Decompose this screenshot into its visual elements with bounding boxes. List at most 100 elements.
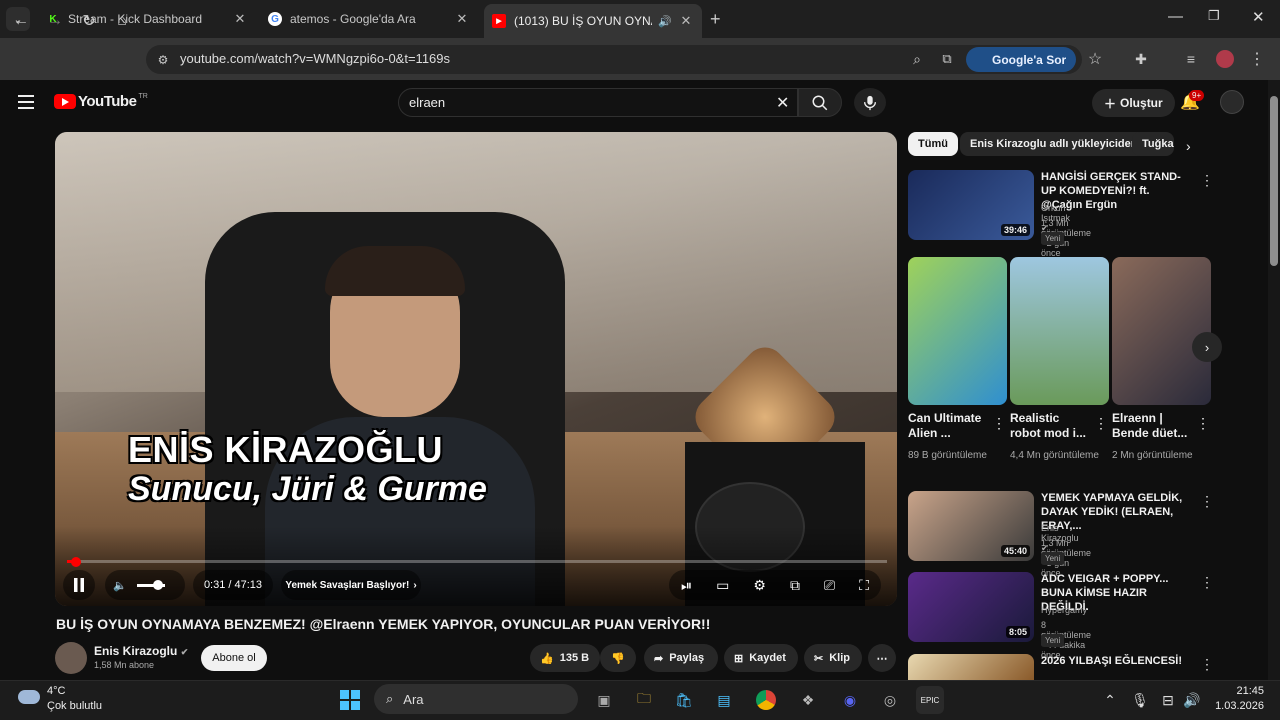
epic-games-icon[interactable]: EPIC <box>916 686 944 714</box>
clip-button[interactable]: ✂ Klip <box>804 644 862 672</box>
more-options-icon[interactable]: ⋮ <box>1200 656 1214 673</box>
discord-icon[interactable]: ◉ <box>836 686 864 714</box>
related-video-title[interactable]: 2026 YILBAŞI EĞLENCESİ! <box>1041 654 1191 668</box>
extensions-icon[interactable]: ✚ <box>1130 48 1152 70</box>
youtube-logo[interactable]: YouTube TR <box>54 93 148 110</box>
new-tab-button[interactable]: + <box>710 9 721 30</box>
miniplayer-icon[interactable]: ⧉ <box>790 577 800 594</box>
more-options-icon[interactable]: ⋮ <box>1094 415 1108 432</box>
autoplay-toggle-icon[interactable]: ⏯ <box>681 577 692 594</box>
tab-google-search[interactable]: G atemos - Google'da Ara ✕ <box>260 4 478 34</box>
windows-start-icon[interactable] <box>336 686 364 714</box>
forward-arrow-icon[interactable]: → <box>44 10 66 32</box>
app-icon[interactable]: ❖ <box>794 686 822 714</box>
search-button[interactable] <box>798 88 842 117</box>
create-button[interactable]: ＋ Oluştur <box>1092 89 1175 117</box>
tab-youtube-video[interactable]: ▶ (1013) BU İŞ OYUN OYNAM 🔊 ✕ <box>484 4 702 38</box>
weather-icon[interactable] <box>18 684 42 708</box>
shorts-next-button[interactable]: › <box>1192 332 1222 362</box>
subtitles-icon[interactable]: ▭ <box>716 577 729 594</box>
taskbar-search[interactable]: ⌕ Ara <box>374 684 578 714</box>
cast-icon[interactable]: ⎚ <box>824 577 835 594</box>
progress-scrubber[interactable] <box>71 557 82 567</box>
volume-slider[interactable] <box>136 579 165 590</box>
close-icon[interactable]: ✕ <box>454 11 470 27</box>
task-view-icon[interactable]: ▣ <box>590 686 618 714</box>
media-controls-icon[interactable]: ≡ <box>1180 48 1202 70</box>
save-button[interactable]: ⊞ Kaydet <box>724 644 798 672</box>
maximize-button[interactable]: ❐ <box>1208 8 1220 24</box>
hamburger-menu-icon[interactable] <box>18 95 34 113</box>
chip-from-uploader[interactable]: Enis Kirazoglu adlı yükleyiciden <box>960 132 1148 156</box>
video-player[interactable]: ENİS KİRAZOĞLU Sunucu, Jüri & Gurme 🔈 0:… <box>55 132 897 606</box>
pause-button[interactable] <box>63 570 95 600</box>
tab-kick-dashboard[interactable]: K Stream - Kick Dashboard ✕ <box>38 4 256 34</box>
home-icon[interactable]: ⌂ <box>111 10 133 32</box>
settings-gear-icon[interactable]: ⚙ <box>753 577 766 594</box>
video-thumbnail[interactable]: 45:40 <box>908 491 1034 561</box>
ask-google-button[interactable]: Google'a Sor <box>966 47 1077 72</box>
install-app-icon[interactable]: ⧉ <box>936 48 958 70</box>
app-icon[interactable]: ▤ <box>710 686 738 714</box>
bookmark-star-icon[interactable]: ☆ <box>1084 48 1106 70</box>
chip-all[interactable]: Tümü <box>908 132 958 156</box>
tray-chevron-icon[interactable]: ⌃ <box>1096 686 1124 714</box>
channel-avatar[interactable] <box>55 642 87 674</box>
more-actions-button[interactable]: ⋯ <box>868 644 896 672</box>
speaker-icon[interactable]: 🔊 <box>658 15 672 28</box>
chrome-icon[interactable] <box>752 686 780 714</box>
system-clock[interactable]: 21:45 1.03.2026 <box>1204 684 1264 714</box>
browser-menu-icon[interactable]: ⋮ <box>1246 48 1268 70</box>
short-title[interactable]: Elraenn | Bende düet... <box>1112 411 1192 441</box>
more-options-icon[interactable]: ⋮ <box>1200 574 1214 591</box>
volume-icon[interactable]: 🔈 <box>113 579 127 592</box>
profile-icon[interactable] <box>1214 48 1236 70</box>
chips-next-icon[interactable]: › <box>1186 138 1191 154</box>
reload-icon[interactable]: ↻ <box>78 10 100 32</box>
short-thumbnail[interactable] <box>908 257 1007 405</box>
video-thumbnail[interactable] <box>908 654 1034 680</box>
volume-tray-icon[interactable]: 🔊 <box>1178 686 1206 714</box>
youtube-icon: ▶ <box>492 14 506 28</box>
app-icon[interactable]: ◎ <box>876 686 904 714</box>
short-title[interactable]: Can Ultimate Alien ... <box>908 411 988 441</box>
microphone-tray-icon[interactable]: 🎙 <box>1126 686 1154 714</box>
search-input[interactable]: elraen <box>398 88 798 117</box>
short-thumbnail[interactable] <box>1010 257 1109 405</box>
close-icon[interactable]: ✕ <box>678 13 694 29</box>
clear-search-icon[interactable]: ✕ <box>776 93 789 113</box>
related-video-channel[interactable]: Hypergamy <box>1041 605 1087 615</box>
chip-tugka[interactable]: Tuğka <box>1132 132 1174 156</box>
user-avatar[interactable] <box>1220 90 1244 114</box>
video-thumbnail[interactable]: 8:05 <box>908 572 1034 642</box>
channel-name[interactable]: Enis Kirazoglu ✔ <box>94 644 188 658</box>
chapter-button[interactable]: Yemek Savaşları Başlıyor! › <box>281 570 421 600</box>
like-button[interactable]: 👍 135 B <box>530 644 600 672</box>
dislike-button[interactable]: 👎 <box>600 644 636 672</box>
progress-bar[interactable] <box>67 560 887 563</box>
close-icon[interactable]: ✕ <box>232 11 248 27</box>
video-thumbnail[interactable]: 39:46 <box>908 170 1034 240</box>
voice-search-button[interactable] <box>854 88 886 117</box>
more-options-icon[interactable]: ⋮ <box>1200 493 1214 510</box>
back-arrow-icon[interactable]: ← <box>10 10 32 32</box>
more-options-icon[interactable]: ⋮ <box>1196 415 1210 432</box>
minimize-button[interactable]: — <box>1168 8 1183 25</box>
scrollbar-thumb[interactable] <box>1270 96 1278 266</box>
more-options-icon[interactable]: ⋮ <box>1200 172 1214 189</box>
window-close-button[interactable]: ✕ <box>1252 8 1265 26</box>
site-info-icon[interactable]: ⚙ <box>152 49 174 71</box>
store-icon[interactable]: 🛍 <box>670 686 698 714</box>
share-button[interactable]: ➦ Paylaş <box>644 644 718 672</box>
zoom-icon[interactable]: ⌕ <box>906 48 928 70</box>
volume-control[interactable]: 🔈 <box>105 570 185 600</box>
file-explorer-icon[interactable]: 🗀 <box>630 686 658 714</box>
short-title[interactable]: Realistic robot mod i... <box>1010 411 1090 441</box>
fullscreen-icon[interactable]: ⛶ <box>859 577 869 594</box>
short-thumbnail[interactable] <box>1112 257 1211 405</box>
weather-widget[interactable]: 4°C Çok bulutlu <box>47 684 102 714</box>
volume-handle[interactable] <box>152 579 163 590</box>
url-text[interactable]: youtube.com/watch?v=WMNgzpi6o-0&t=1169s <box>180 51 450 66</box>
more-options-icon[interactable]: ⋮ <box>992 415 1006 432</box>
subscribe-button[interactable]: Abone ol <box>201 645 267 671</box>
